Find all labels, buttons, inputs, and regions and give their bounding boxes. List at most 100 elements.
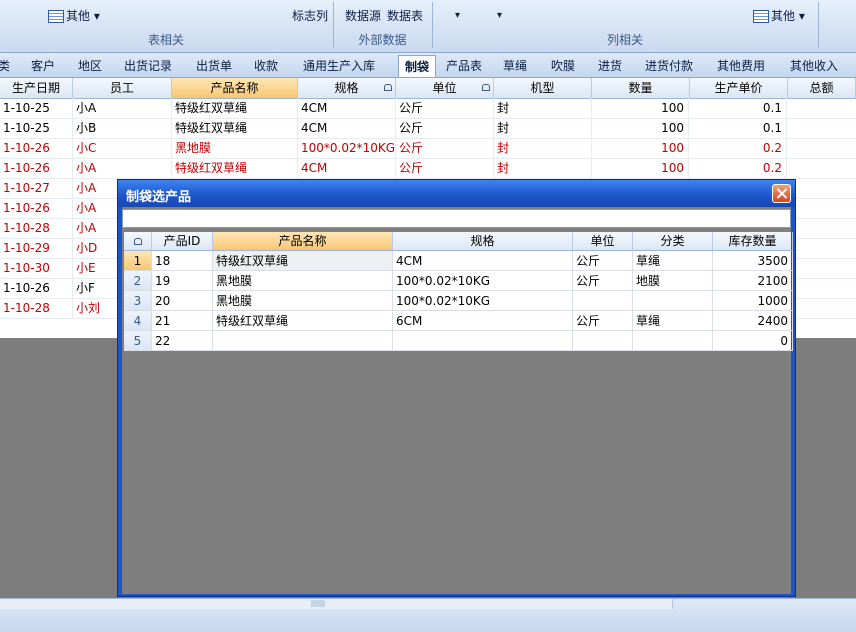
cell-id[interactable]: 19	[152, 271, 213, 291]
cell-price[interactable]: 0.1	[690, 98, 787, 118]
product-row[interactable]: 4 21 特级红双草绳 6CM 公斤 草绳 2400	[124, 311, 793, 331]
table-row[interactable]: 1-10-26 小A 特级红双草绳 4CM 公斤封 100 0.2	[0, 158, 856, 179]
cell-unit[interactable]: 公斤	[399, 138, 494, 158]
cell-name[interactable]: 黑地膜	[213, 291, 393, 311]
cell-name[interactable]: 黑地膜	[213, 271, 393, 291]
column-header-1[interactable]: 员工	[73, 78, 172, 98]
dialog-column-header-1[interactable]: 产品名称	[213, 232, 393, 251]
column-header-4[interactable]: 单位	[396, 78, 494, 98]
cell-unit[interactable]	[573, 331, 633, 351]
cell-date[interactable]: 1-10-26	[3, 158, 73, 178]
cell-spec[interactable]: 4CM	[301, 118, 396, 138]
cell-cat[interactable]: 草绳	[633, 251, 713, 271]
cell-spec[interactable]: 4CM	[301, 158, 396, 178]
product-row[interactable]: 3 20 黑地膜 100*0.02*10KG 1000	[124, 291, 793, 311]
tab-5[interactable]: 收款	[254, 57, 278, 74]
cell-name[interactable]	[213, 331, 393, 351]
cell-qty[interactable]: 100	[592, 138, 689, 158]
cell-id[interactable]: 20	[152, 291, 213, 311]
dropdown-arrow-2[interactable]: ▾	[497, 10, 502, 21]
tab-14[interactable]: 其他收入	[790, 57, 838, 74]
cell-staff[interactable]: 小A	[76, 98, 172, 118]
cell-date[interactable]: 1-10-28	[3, 218, 73, 238]
table-row[interactable]: 1-10-26 小C 黑地膜 100*0.02*10KG 公斤封 100 0.2	[0, 138, 856, 159]
column-header-2[interactable]: 产品名称	[172, 78, 298, 98]
dialog-titlebar[interactable]: 制袋选产品	[118, 180, 795, 207]
cell-stock[interactable]: 3500	[713, 251, 793, 271]
tab-12[interactable]: 进货付款	[645, 57, 693, 74]
cell-date[interactable]: 1-10-29	[3, 238, 73, 258]
cell-unit[interactable]: 公斤	[573, 271, 633, 291]
cell-spec[interactable]: 6CM	[393, 311, 573, 331]
tab-4[interactable]: 出货单	[196, 57, 232, 74]
cell-name[interactable]: 特级红双草绳	[213, 311, 393, 331]
external-table-button[interactable]: 数据表	[387, 7, 423, 24]
dialog-column-header-3[interactable]: 单位	[573, 232, 633, 251]
cell-spec[interactable]	[393, 331, 573, 351]
cell-unit[interactable]: 公斤	[399, 158, 494, 178]
dropdown-arrow-1[interactable]: ▾	[455, 10, 460, 21]
dialog-column-header-2[interactable]: 规格	[393, 232, 573, 251]
tab-2[interactable]: 地区	[78, 57, 102, 74]
cell-unit[interactable]: 公斤	[573, 311, 633, 331]
cell-spec[interactable]: 4CM	[301, 98, 396, 118]
cell-stock[interactable]: 1000	[713, 291, 793, 311]
product-row[interactable]: 5 22 0	[124, 331, 793, 351]
cell-cat[interactable]	[633, 291, 713, 311]
cell-date[interactable]: 1-10-26	[3, 198, 73, 218]
column-header-6[interactable]: 数量	[592, 78, 690, 98]
cell-date[interactable]: 1-10-25	[3, 118, 73, 138]
column-header-5[interactable]: 机型	[494, 78, 592, 98]
scrollbar-thumb[interactable]	[311, 600, 325, 607]
search-field[interactable]	[122, 209, 791, 228]
other-dropdown-left[interactable]: 其他 ▾	[48, 7, 100, 24]
cell-machine[interactable]: 封	[497, 98, 592, 118]
cell-id[interactable]: 18	[152, 251, 213, 271]
cell-cat[interactable]: 地膜	[633, 271, 713, 291]
other-dropdown-right[interactable]: 其他 ▾	[753, 7, 805, 24]
cell-stock[interactable]: 2400	[713, 311, 793, 331]
cell-unit[interactable]: 公斤	[573, 251, 633, 271]
dialog-column-header-4[interactable]: 分类	[633, 232, 713, 251]
cell-spec[interactable]: 100*0.02*10KG	[393, 271, 573, 291]
search-input[interactable]	[123, 210, 789, 227]
external-source-button[interactable]: 数据源	[345, 7, 381, 24]
cell-qty[interactable]: 100	[592, 118, 689, 138]
cell-product[interactable]: 特级红双草绳	[175, 118, 298, 138]
cell-machine[interactable]: 封	[497, 138, 592, 158]
dialog-column-header-5[interactable]: 库存数量	[713, 232, 793, 251]
cell-staff[interactable]: 小A	[76, 158, 172, 178]
cell-date[interactable]: 1-10-27	[3, 178, 73, 198]
tab-3[interactable]: 出货记录	[124, 57, 172, 74]
cell-unit[interactable]	[573, 291, 633, 311]
cell-id[interactable]: 22	[152, 331, 213, 351]
column-header-7[interactable]: 生产单价	[690, 78, 788, 98]
tab-0[interactable]: 类	[0, 57, 10, 74]
cell-spec[interactable]: 100*0.02*10KG	[301, 138, 396, 158]
product-row[interactable]: 1 18 特级红双草绳 4CM 公斤 草绳 3500	[124, 251, 793, 271]
horizontal-scrollbar[interactable]	[0, 599, 673, 609]
cell-qty[interactable]: 100	[592, 98, 689, 118]
cell-name[interactable]: 特级红双草绳	[213, 251, 393, 271]
cell-staff[interactable]: 小B	[76, 118, 172, 138]
column-header-3[interactable]: 规格	[298, 78, 396, 98]
tab-11[interactable]: 进货	[598, 57, 622, 74]
column-header-8[interactable]: 总额	[788, 78, 856, 98]
cell-spec[interactable]: 100*0.02*10KG	[393, 291, 573, 311]
cell-date[interactable]: 1-10-25	[3, 98, 73, 118]
cell-staff[interactable]: 小C	[76, 138, 172, 158]
cell-machine[interactable]: 封	[497, 118, 592, 138]
tab-13[interactable]: 其他费用	[717, 57, 765, 74]
cell-machine[interactable]: 封	[497, 158, 592, 178]
column-header-0[interactable]: 生产日期	[0, 78, 73, 98]
cell-date[interactable]: 1-10-26	[3, 278, 73, 298]
flag-column-button[interactable]: 标志列	[292, 7, 328, 24]
cell-price[interactable]: 0.2	[690, 138, 787, 158]
tab-1[interactable]: 客户	[31, 57, 55, 74]
cell-price[interactable]: 0.2	[690, 158, 787, 178]
cell-date[interactable]: 1-10-28	[3, 298, 73, 318]
tab-6[interactable]: 通用生产入库	[303, 57, 375, 74]
tab-10[interactable]: 吹膜	[551, 57, 575, 74]
cell-product[interactable]: 特级红双草绳	[175, 98, 298, 118]
tab-8[interactable]: 产品表	[446, 57, 482, 74]
